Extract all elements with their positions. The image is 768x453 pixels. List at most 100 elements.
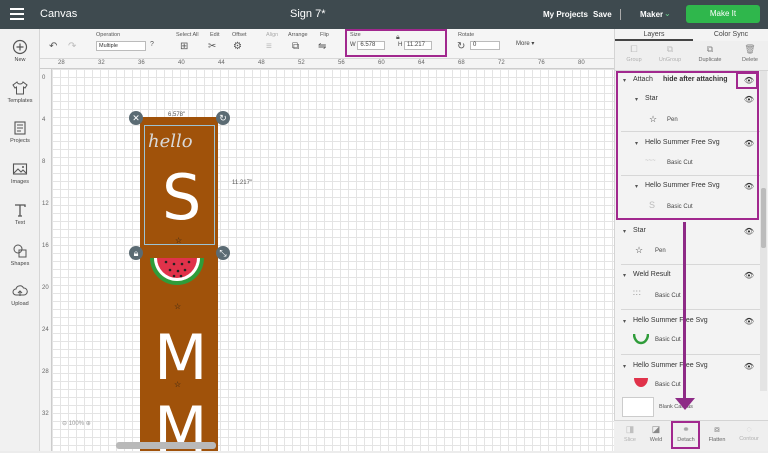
panel-tabs: Layers Color Sync (615, 29, 768, 41)
expand-triangle-icon[interactable]: ▾ (623, 363, 626, 370)
ruler-tick-label: 64 (418, 60, 425, 66)
my-projects-link[interactable]: My Projects (543, 10, 588, 19)
detach-highlight (671, 421, 700, 449)
sidebar-item-projects[interactable]: Projects (0, 120, 40, 144)
flatten-button[interactable]: ⧇ Flatten (702, 424, 732, 443)
contour-button[interactable]: ◌ Contour (734, 424, 764, 442)
star-icon[interactable]: ☆ (175, 236, 182, 245)
ruler-tick-label: 24 (42, 327, 49, 333)
width-field: W 6.578 (350, 41, 386, 50)
layer-sub-label: Basic Cut (655, 382, 681, 388)
horizontal-scrollbar[interactable] (116, 442, 216, 449)
width-dimension-label: 6.578" (168, 112, 186, 118)
layer-name: Hello Summer Free Svg (633, 362, 708, 369)
selection-box[interactable] (144, 125, 215, 245)
group-icon: ⧠ (630, 44, 638, 54)
rotate-input[interactable]: 0 (470, 41, 500, 50)
seeds-thumbnail-icon: ⁚⁚⁚ (633, 291, 642, 297)
divider (621, 354, 761, 355)
operation-select[interactable]: Multiple (96, 41, 146, 51)
ungroup-label: UnGroup (658, 57, 682, 63)
height-field: H 11.217 (398, 41, 433, 50)
tab-layers[interactable]: Layers (615, 29, 693, 41)
sidebar-item-templates[interactable]: Templates (0, 80, 40, 104)
divider (621, 309, 761, 310)
machine-selector[interactable]: Maker (640, 10, 663, 19)
flip-icon[interactable]: ⇋ (318, 41, 326, 52)
lock-handle-icon[interactable]: 🔒︎ (129, 246, 143, 260)
flatten-label: Flatten (708, 437, 726, 443)
expand-triangle-icon[interactable]: ▾ (623, 318, 626, 325)
save-link[interactable]: Save (593, 10, 612, 19)
annotation-arrow (683, 222, 686, 402)
ungroup-icon: ⧉ (666, 44, 674, 54)
expand-triangle-icon[interactable]: ▾ (623, 272, 626, 279)
edit-icon[interactable]: ✂ (208, 41, 216, 52)
rotate-handle-icon[interactable]: ↻ (216, 111, 230, 125)
group-label: Group (626, 57, 642, 63)
sidebar-item-shapes[interactable]: Shapes (0, 243, 40, 267)
attach-group-highlight (616, 71, 759, 220)
sidebar-item-label: Templates (7, 98, 33, 104)
ruler-tick-label: 80 (578, 60, 585, 66)
delete-button[interactable]: 🗑︎ Delete (735, 44, 765, 63)
divider (620, 9, 621, 20)
ruler-tick-label: 0 (42, 75, 46, 81)
sidebar-item-text[interactable]: Text (0, 202, 40, 226)
sidebar-item-new[interactable]: New (0, 39, 40, 63)
ruler-tick-label: 8 (42, 159, 46, 165)
width-label: W (350, 42, 356, 48)
star-icon[interactable]: ☆ (174, 380, 181, 389)
layer-sub-label: Pen (655, 248, 666, 254)
undo-icon[interactable]: ↶ (49, 41, 57, 52)
weld-icon: ◪ (651, 424, 661, 434)
upload-cloud-icon (12, 285, 28, 296)
panel-scrollbar-thumb[interactable] (761, 188, 766, 248)
flatten-icon: ⧇ (714, 424, 720, 434)
rotate-icon[interactable]: ↻ (457, 41, 465, 52)
arrange-icon[interactable]: ⧉ (292, 41, 299, 52)
close-icon[interactable]: ✕ (129, 111, 143, 125)
ruler-tick-label: 44 (218, 60, 225, 66)
eye-icon[interactable]: 👁︎ (744, 362, 754, 371)
sidebar-item-label: New (14, 57, 26, 63)
top-bar: Canvas Sign 7* My Projects Save Maker ⌄ … (0, 0, 768, 29)
more-button[interactable]: More ▾ (516, 40, 534, 47)
plus-circle-icon (12, 39, 28, 55)
ruler-tick-label: 76 (538, 60, 545, 66)
rotate-label: Rotate (458, 32, 475, 38)
blank-canvas-swatch[interactable] (622, 397, 654, 417)
make-it-button[interactable]: Make It (686, 5, 760, 23)
duplicate-button[interactable]: ⧉ Duplicate (695, 44, 725, 63)
eye-icon[interactable]: 👁︎ (744, 317, 754, 326)
duplicate-icon: ⧉ (706, 44, 714, 54)
star-thumbnail-icon: ☆ (635, 245, 644, 255)
eye-icon[interactable]: 👁︎ (744, 227, 754, 236)
sidebar-item-upload[interactable]: Upload (0, 283, 40, 307)
ruler-tick-label: 52 (298, 60, 305, 66)
help-icon[interactable]: ? (150, 41, 154, 48)
chevron-down-icon[interactable]: ⌄ (664, 9, 671, 18)
sidebar-item-images[interactable]: Images (0, 161, 40, 185)
watermelon-image[interactable] (148, 248, 206, 304)
watermelon-thumbnail-icon (634, 378, 648, 387)
width-input[interactable]: 6.578 (357, 41, 386, 50)
zoom-control[interactable]: ⊖ 100% ⊕ (62, 420, 116, 434)
select-all-icon[interactable]: ⊞ (180, 41, 188, 52)
group-button[interactable]: ⧠ Group (619, 44, 649, 63)
design-canvas[interactable] (52, 69, 614, 451)
offset-icon[interactable]: ⚙ (233, 41, 242, 52)
tab-color-sync[interactable]: Color Sync (693, 29, 768, 41)
weld-button[interactable]: ◪ Weld (641, 424, 671, 443)
height-input[interactable]: 11.217 (404, 41, 433, 50)
expand-triangle-icon[interactable]: ▾ (623, 228, 626, 235)
select-all-label: Select All (176, 32, 199, 38)
sidebar-item-label: Shapes (10, 261, 30, 267)
menu-icon[interactable] (10, 8, 24, 20)
eye-icon[interactable]: 👁︎ (744, 271, 754, 280)
resize-handle-icon[interactable]: ⤡ (216, 246, 230, 260)
redo-icon[interactable]: ↷ (68, 41, 76, 52)
align-icon[interactable]: ≡ (266, 41, 272, 52)
ungroup-button[interactable]: ⧉ UnGroup (655, 44, 685, 63)
ruler-tick-label: 28 (58, 60, 65, 66)
